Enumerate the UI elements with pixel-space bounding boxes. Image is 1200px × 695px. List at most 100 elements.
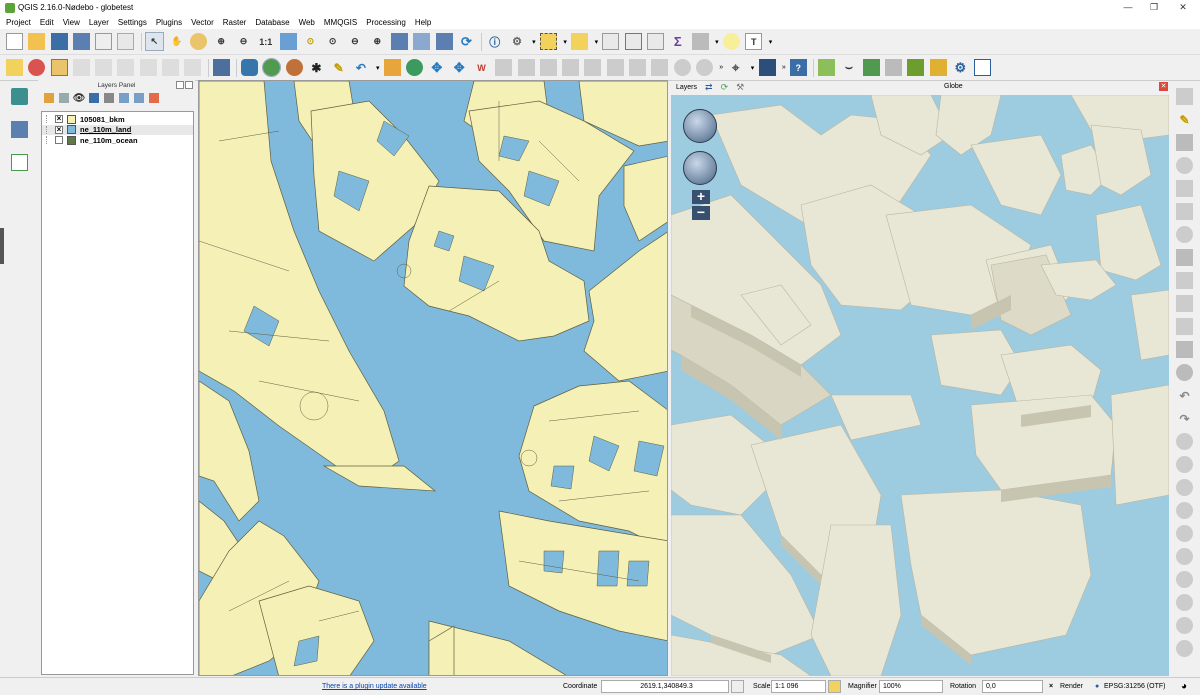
circle-tool-icon[interactable] bbox=[1176, 502, 1193, 519]
expand-all-icon[interactable] bbox=[119, 93, 129, 103]
save-as-icon[interactable] bbox=[72, 33, 90, 50]
fill-ring-icon[interactable] bbox=[1176, 203, 1193, 220]
topology-checker-icon[interactable] bbox=[974, 59, 992, 76]
menu-web[interactable]: Web bbox=[299, 18, 315, 27]
zoom-to-selection-icon[interactable]: ⊙ bbox=[302, 33, 319, 50]
coordinate-field[interactable]: 2619.1,340849.3 bbox=[601, 680, 729, 693]
show-hide-labels-icon[interactable] bbox=[95, 59, 113, 76]
cut-features-icon[interactable] bbox=[495, 59, 513, 76]
pin-labels-icon[interactable] bbox=[72, 59, 90, 76]
db-manager-icon[interactable] bbox=[212, 59, 230, 76]
polygon-tool-icon[interactable] bbox=[1176, 594, 1193, 611]
zoom-last-icon[interactable]: ⊖ bbox=[346, 33, 363, 50]
select-dropdown-icon[interactable]: ▾ bbox=[562, 33, 568, 50]
menu-view[interactable]: View bbox=[63, 18, 80, 27]
open-project-icon[interactable] bbox=[28, 33, 46, 50]
field-calculator-icon[interactable] bbox=[647, 33, 665, 50]
sync-extent-icon[interactable]: ⇄ bbox=[705, 82, 713, 93]
capture-line-icon[interactable] bbox=[1176, 88, 1193, 105]
zoom-out-icon[interactable]: ⊖ bbox=[235, 33, 252, 50]
new-layer-icon[interactable] bbox=[11, 154, 28, 171]
lock-scale-icon[interactable] bbox=[828, 680, 841, 693]
filter-expression-icon[interactable] bbox=[104, 93, 114, 103]
menu-help[interactable]: Help bbox=[415, 18, 431, 27]
globe-rotate-control[interactable] bbox=[683, 109, 717, 143]
menu-settings[interactable]: Settings bbox=[118, 18, 147, 27]
style-manager-icon[interactable] bbox=[44, 93, 54, 103]
rotate-feature-icon[interactable] bbox=[651, 59, 669, 76]
globe-layers-label[interactable]: Layers bbox=[676, 84, 697, 91]
composer-manager-icon[interactable] bbox=[117, 33, 135, 50]
collapse-all-icon[interactable] bbox=[134, 93, 144, 103]
menu-edit[interactable]: Edit bbox=[40, 18, 54, 27]
simplify-feature-icon[interactable] bbox=[673, 59, 691, 76]
layer-row-ne-110m-ocean[interactable]: ne_110m_ocean bbox=[42, 135, 193, 146]
offset-curve-icon[interactable] bbox=[562, 59, 580, 76]
globe-tilt-control[interactable] bbox=[683, 151, 717, 185]
trim-extend-icon[interactable] bbox=[1176, 433, 1193, 450]
refresh-icon[interactable]: ⟳ bbox=[458, 33, 475, 50]
maximize-button[interactable]: ❐ bbox=[1141, 0, 1167, 15]
menu-plugins[interactable]: Plugins bbox=[156, 18, 182, 27]
menu-raster[interactable]: Raster bbox=[223, 18, 247, 27]
close-window-button[interactable]: ✕ bbox=[1170, 0, 1196, 15]
layer-styling-icon[interactable] bbox=[28, 59, 46, 76]
text-annotation-icon[interactable]: T bbox=[745, 33, 763, 50]
add-feature-icon[interactable] bbox=[406, 59, 424, 76]
more-tools-icon[interactable]: » bbox=[718, 59, 724, 76]
pan-map-icon[interactable]: ✋ bbox=[168, 33, 185, 50]
layer-labeling-icon[interactable] bbox=[50, 59, 68, 76]
bezier-tool-icon[interactable]: ⌣ bbox=[840, 59, 857, 76]
crs-globe-icon[interactable]: ● bbox=[1095, 683, 1099, 690]
remove-layer-icon[interactable] bbox=[149, 93, 159, 103]
ellipse-tool-icon[interactable] bbox=[1176, 525, 1193, 542]
zoom-next-icon[interactable]: ⊕ bbox=[369, 33, 386, 50]
save-project-icon[interactable] bbox=[50, 33, 68, 50]
plugin-tool-icon[interactable] bbox=[758, 59, 776, 76]
plugin-more-icon[interactable]: » bbox=[781, 59, 787, 76]
magnifier-spinbox[interactable]: 100% bbox=[879, 680, 943, 693]
add-part-icon[interactable] bbox=[1176, 180, 1193, 197]
offset-icon[interactable] bbox=[1176, 456, 1193, 473]
undo-dropdown-icon[interactable]: ▾ bbox=[375, 59, 381, 76]
layer-visibility-checkbox[interactable] bbox=[55, 136, 63, 145]
split-features-icon[interactable] bbox=[606, 59, 624, 76]
visibility-eye-icon[interactable]: 👁 bbox=[73, 93, 86, 104]
zoom-native-icon[interactable]: 1:1 bbox=[257, 33, 274, 50]
label-icon[interactable] bbox=[6, 59, 23, 76]
change-label-icon[interactable] bbox=[162, 59, 180, 76]
move-feature-icon[interactable]: ✥ bbox=[428, 59, 445, 76]
add-ring-icon[interactable] bbox=[695, 59, 713, 76]
show-bookmarks-icon[interactable] bbox=[435, 33, 453, 50]
annotation-dropdown-icon[interactable]: ▾ bbox=[768, 33, 774, 50]
table-manager-icon[interactable] bbox=[884, 59, 902, 76]
map-tips-icon[interactable] bbox=[722, 33, 740, 50]
paste-features-icon[interactable] bbox=[539, 59, 557, 76]
curve-tool-icon[interactable] bbox=[1176, 617, 1193, 634]
reshape-icon[interactable] bbox=[584, 59, 602, 76]
rotation-spinbox[interactable]: 0,0 bbox=[982, 680, 1043, 693]
statistical-summary-icon[interactable]: Σ bbox=[669, 33, 686, 50]
layer-visibility-checkbox[interactable]: × bbox=[55, 125, 63, 134]
filter-legend-icon[interactable] bbox=[89, 93, 99, 103]
label-tool-icon[interactable] bbox=[184, 59, 202, 76]
attribute-table-icon[interactable] bbox=[624, 33, 642, 50]
messages-icon[interactable]: ◕ bbox=[1181, 681, 1187, 692]
render-checkbox[interactable]: × bbox=[1049, 683, 1053, 690]
new-map-view-icon[interactable] bbox=[391, 33, 409, 50]
zoom-full-icon[interactable] bbox=[279, 33, 297, 50]
add-vector-layer-icon[interactable] bbox=[11, 88, 28, 105]
deselect-all-icon[interactable] bbox=[602, 33, 620, 50]
help-contents-icon[interactable]: ? bbox=[789, 59, 807, 76]
layer-row-105081-bkm[interactable]: × 105081_bkm bbox=[42, 114, 193, 125]
spline-tool-icon[interactable] bbox=[1176, 640, 1193, 657]
globe-3d-view[interactable]: + − bbox=[671, 95, 1169, 676]
redo-edit-icon[interactable]: ↷ bbox=[1176, 410, 1193, 427]
paste-icon[interactable] bbox=[1176, 295, 1193, 312]
merge-features-icon[interactable] bbox=[629, 59, 647, 76]
map-canvas[interactable] bbox=[198, 80, 668, 676]
menu-layer[interactable]: Layer bbox=[89, 18, 109, 27]
add-raster-layer-icon[interactable] bbox=[11, 121, 28, 138]
identify-features-icon[interactable]: ⓘ bbox=[486, 33, 503, 50]
undo-edit-icon[interactable]: ↶ bbox=[1176, 387, 1193, 404]
